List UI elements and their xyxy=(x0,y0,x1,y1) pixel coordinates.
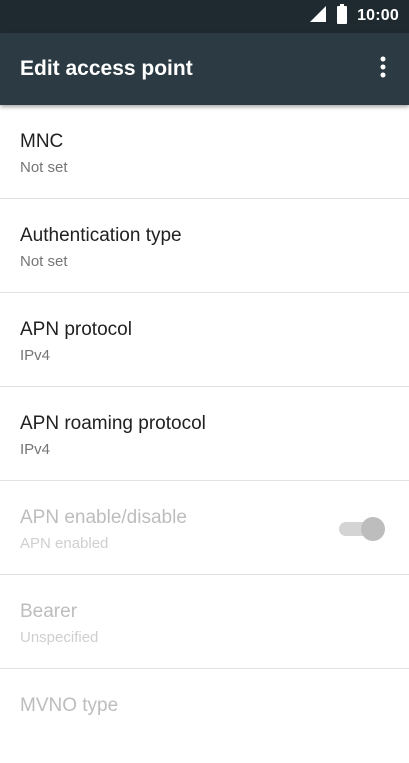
pref-title: MVNO type xyxy=(20,695,119,716)
pref-title: MNC xyxy=(20,131,64,152)
status-time: 10:00 xyxy=(357,7,399,24)
overflow-menu-button[interactable] xyxy=(371,53,395,85)
pref-title: APN roaming protocol xyxy=(20,413,206,434)
pref-authentication-type[interactable]: Authentication type Not set xyxy=(0,199,409,293)
pref-title: APN protocol xyxy=(20,319,132,340)
pref-mvno-type: MVNO type xyxy=(0,669,409,763)
more-vert-icon xyxy=(380,56,386,83)
pref-apn-roaming-protocol[interactable]: APN roaming protocol IPv4 xyxy=(0,387,409,481)
status-icons: 10:00 xyxy=(309,3,399,29)
pref-title: Bearer xyxy=(20,601,78,622)
switch-thumb xyxy=(361,517,385,541)
battery-icon xyxy=(337,3,348,29)
pref-summary: Unspecified xyxy=(20,629,99,646)
signal-icon xyxy=(309,5,327,28)
pref-summary: Not set xyxy=(20,159,68,176)
app-bar: Edit access point xyxy=(0,33,409,105)
preference-list: MNC Not set Authentication type Not set … xyxy=(0,105,409,763)
pref-title: APN enable/disable xyxy=(20,507,187,528)
pref-mnc[interactable]: MNC Not set xyxy=(0,105,409,199)
pref-summary: IPv4 xyxy=(20,347,51,364)
pref-apn-protocol[interactable]: APN protocol IPv4 xyxy=(0,293,409,387)
pref-apn-enable-disable: APN enable/disable APN enabled xyxy=(0,481,409,575)
pref-title: Authentication type xyxy=(20,225,182,246)
apn-enable-switch xyxy=(339,517,385,541)
pref-summary: IPv4 xyxy=(20,441,51,458)
status-bar: 10:00 xyxy=(0,0,409,33)
pref-summary: Not set xyxy=(20,253,68,270)
page-title: Edit access point xyxy=(20,57,193,80)
pref-bearer: Bearer Unspecified xyxy=(0,575,409,669)
pref-summary: APN enabled xyxy=(20,535,109,552)
